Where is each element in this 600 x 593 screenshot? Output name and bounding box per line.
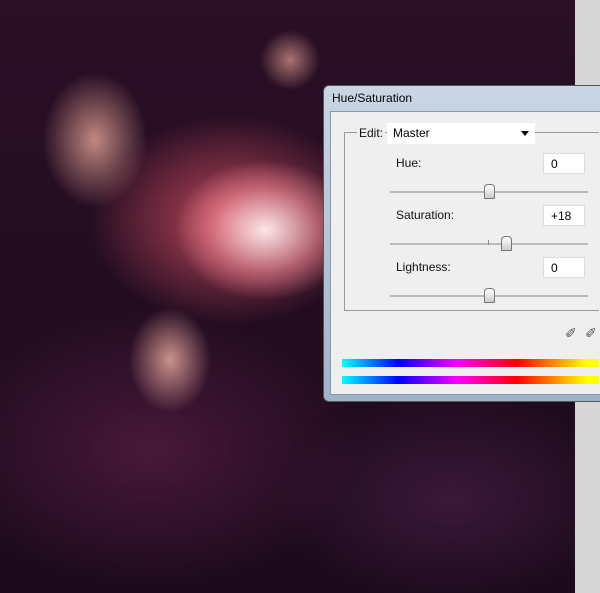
hue-saturation-dialog: Hue/Saturation Edit: Master Hue: 0 Satur… — [323, 85, 600, 402]
saturation-label: Saturation: — [396, 208, 455, 222]
eyedropper-icon[interactable]: ✐ — [565, 325, 579, 342]
edit-dropdown[interactable]: Master — [387, 123, 535, 144]
lightness-slider[interactable] — [390, 288, 588, 303]
chevron-down-icon — [521, 131, 529, 136]
lightness-label: Lightness: — [396, 260, 451, 274]
input-color-bar — [342, 359, 599, 367]
edit-dropdown-value: Master — [393, 126, 430, 140]
hue-slider[interactable] — [390, 184, 588, 199]
eyedropper-plus-icon[interactable]: ✐ — [585, 325, 599, 342]
edit-label: Edit: — [357, 126, 386, 140]
hue-label: Hue: — [396, 156, 422, 170]
dialog-title: Hue/Saturation — [332, 91, 413, 105]
lightness-slider-thumb[interactable] — [483, 288, 495, 303]
dialog-body: Edit: Master Hue: 0 Saturation: +18 Ligh… — [330, 111, 600, 395]
output-color-bar — [342, 376, 599, 384]
hue-input[interactable]: 0 — [543, 153, 585, 174]
saturation-slider[interactable] — [390, 236, 588, 251]
lightness-input[interactable]: 0 — [543, 257, 585, 278]
center-tick — [488, 240, 489, 245]
saturation-slider-thumb[interactable] — [501, 236, 513, 251]
hue-slider-thumb[interactable] — [483, 184, 495, 199]
saturation-input[interactable]: +18 — [543, 205, 585, 226]
